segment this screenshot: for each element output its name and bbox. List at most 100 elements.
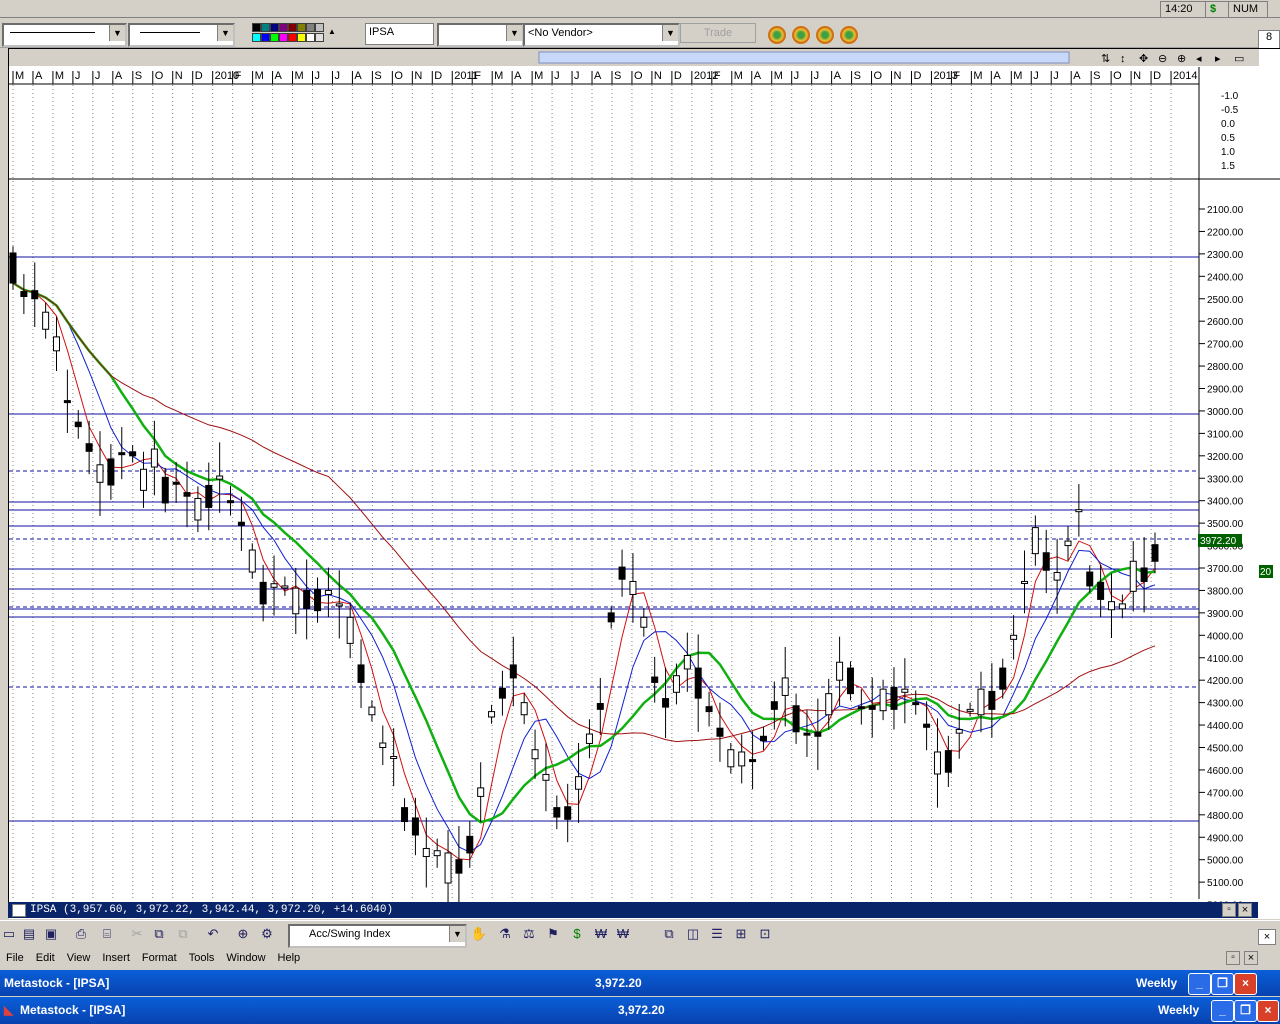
print-icon[interactable]: ⎙	[72, 926, 90, 942]
color-swatch[interactable]	[315, 33, 324, 42]
color-swatch[interactable]	[252, 33, 261, 42]
app-center-value: 3,972.20	[618, 1003, 665, 1017]
candle-body	[303, 589, 311, 609]
month-label: J	[314, 70, 320, 82]
cascade-icon[interactable]: ⧉	[660, 926, 678, 942]
minimize-icon[interactable]: _	[1188, 973, 1211, 995]
indicator-builder-icon[interactable]: ✋	[470, 926, 488, 942]
color-swatch[interactable]	[297, 33, 306, 42]
close-icon[interactable]: ×	[1244, 951, 1258, 965]
color-swatch[interactable]	[288, 33, 297, 42]
folder-icon[interactable]: ▤	[20, 926, 38, 942]
price-tick-label: 2200.00	[1207, 227, 1244, 238]
month-label: S	[374, 70, 381, 82]
candle-body	[792, 705, 800, 733]
restore-icon[interactable]: ❐	[1234, 1000, 1257, 1022]
close-icon[interactable]: ×	[1234, 973, 1257, 995]
browser-icon[interactable]	[816, 26, 834, 44]
menu-window[interactable]: Window	[220, 948, 271, 968]
expert-advisor-icon[interactable]: ⚑	[544, 926, 562, 942]
tile-horizontal-icon[interactable]: ☰	[708, 926, 726, 942]
price-chart[interactable]: ⇅ ↕ ✥ ⊖ ⊕ ◂ ▸ ▭ M A M J J A S O N D 2010F M A M J J A S O N D 2011F M…	[9, 49, 1280, 919]
menu-edit[interactable]: Edit	[30, 948, 61, 968]
color-palette[interactable]: ▲	[250, 21, 338, 45]
chevron-down-icon[interactable]: ▼	[662, 25, 678, 41]
menu-help[interactable]: Help	[272, 948, 307, 968]
price-tick-label: 3100.00	[1207, 429, 1244, 440]
candle-body	[20, 291, 28, 298]
color-swatch[interactable]	[252, 23, 261, 32]
color-swatch[interactable]	[261, 33, 270, 42]
nav-icon: ◂	[1196, 53, 1202, 65]
window-icon[interactable]	[12, 904, 26, 917]
chevron-down-icon[interactable]: ▼	[449, 926, 465, 942]
print-preview-icon[interactable]: ⌸	[98, 926, 116, 942]
tile-grid-icon[interactable]: ⊞	[732, 926, 750, 942]
restore-icon[interactable]: ▫	[1226, 951, 1240, 965]
copy-icon[interactable]: ⧉	[150, 926, 168, 942]
chevron-down-icon[interactable]: ▼	[109, 25, 125, 41]
browser-icon[interactable]	[792, 26, 810, 44]
close-icon[interactable]: ×	[1238, 903, 1252, 917]
properties-icon[interactable]: ⚙	[258, 926, 276, 942]
line-weight-select[interactable]: ▼	[128, 23, 235, 47]
indicator-select[interactable]: Acc/Swing Index ▼	[288, 924, 467, 948]
save-icon[interactable]: ▣	[42, 926, 60, 942]
color-swatch[interactable]	[270, 23, 279, 32]
candle-body	[172, 481, 180, 485]
candle-body	[770, 701, 778, 710]
restore-icon[interactable]: ❐	[1211, 973, 1234, 995]
dollar-icon[interactable]: $	[568, 926, 586, 942]
cut-icon[interactable]: ✂	[128, 926, 146, 942]
candle-body	[1042, 552, 1050, 571]
symbol-field[interactable]: IPSA	[365, 23, 434, 45]
browser-icon[interactable]	[768, 26, 786, 44]
close-icon[interactable]: ×	[1258, 929, 1276, 945]
ohlc-text: IPSA (3,957.60, 3,972.22, 3,942.44, 3,97…	[30, 904, 394, 916]
color-swatch[interactable]	[270, 33, 279, 42]
line-weight-preview	[140, 32, 200, 33]
menu-view[interactable]: View	[61, 948, 97, 968]
menu-tools[interactable]: Tools	[183, 948, 221, 968]
chevron-down-icon[interactable]: ▼	[217, 25, 233, 41]
smart-chart-2-icon[interactable]: ₩	[614, 926, 632, 942]
trade-button[interactable]: Trade	[680, 23, 756, 43]
paste-icon[interactable]: ⧉	[174, 926, 192, 942]
restore-icon[interactable]: ▫	[1222, 903, 1236, 917]
crosshair-icon[interactable]: ⊕	[234, 926, 252, 942]
system-tester-icon[interactable]: ⚖	[520, 926, 538, 942]
nav-icon: ⊖	[1158, 53, 1167, 65]
month-label: O	[394, 70, 403, 82]
minimize-icon[interactable]: _	[1211, 1000, 1234, 1022]
menu-file[interactable]: File	[0, 948, 30, 968]
chevron-down-icon[interactable]: ▲	[328, 27, 336, 36]
month-label: S	[135, 70, 142, 82]
color-swatch[interactable]	[315, 23, 324, 32]
menu-insert[interactable]: Insert	[96, 948, 136, 968]
undo-icon[interactable]: ↶	[204, 926, 222, 942]
explorer-icon[interactable]: ⚗	[496, 926, 514, 942]
color-swatch[interactable]	[306, 23, 315, 32]
month-label: M	[774, 70, 783, 82]
color-swatch[interactable]	[279, 23, 288, 32]
browser-icon[interactable]	[840, 26, 858, 44]
candle-body	[999, 667, 1007, 690]
tile-vertical-icon[interactable]: ◫	[684, 926, 702, 942]
color-swatch[interactable]	[288, 23, 297, 32]
line-style-select[interactable]: ▼	[2, 23, 127, 47]
open-icon[interactable]: ▭	[0, 926, 18, 942]
arrange-icon[interactable]: ⊡	[756, 926, 774, 942]
month-label: A	[275, 70, 283, 82]
color-swatch[interactable]	[279, 33, 288, 42]
chevron-down-icon[interactable]: ▼	[506, 25, 522, 41]
color-swatch[interactable]	[297, 23, 306, 32]
vendor-select[interactable]: <No Vendor> ▼	[523, 23, 680, 47]
nav-icon: ⇅	[1101, 53, 1110, 65]
menu-format[interactable]: Format	[136, 948, 183, 968]
color-swatch[interactable]	[261, 23, 270, 32]
security-select[interactable]: ▼	[437, 23, 524, 47]
smart-chart-icon[interactable]: ₩	[592, 926, 610, 942]
candle-body	[477, 787, 485, 797]
close-icon[interactable]: ×	[1257, 1000, 1279, 1022]
color-swatch[interactable]	[306, 33, 315, 42]
